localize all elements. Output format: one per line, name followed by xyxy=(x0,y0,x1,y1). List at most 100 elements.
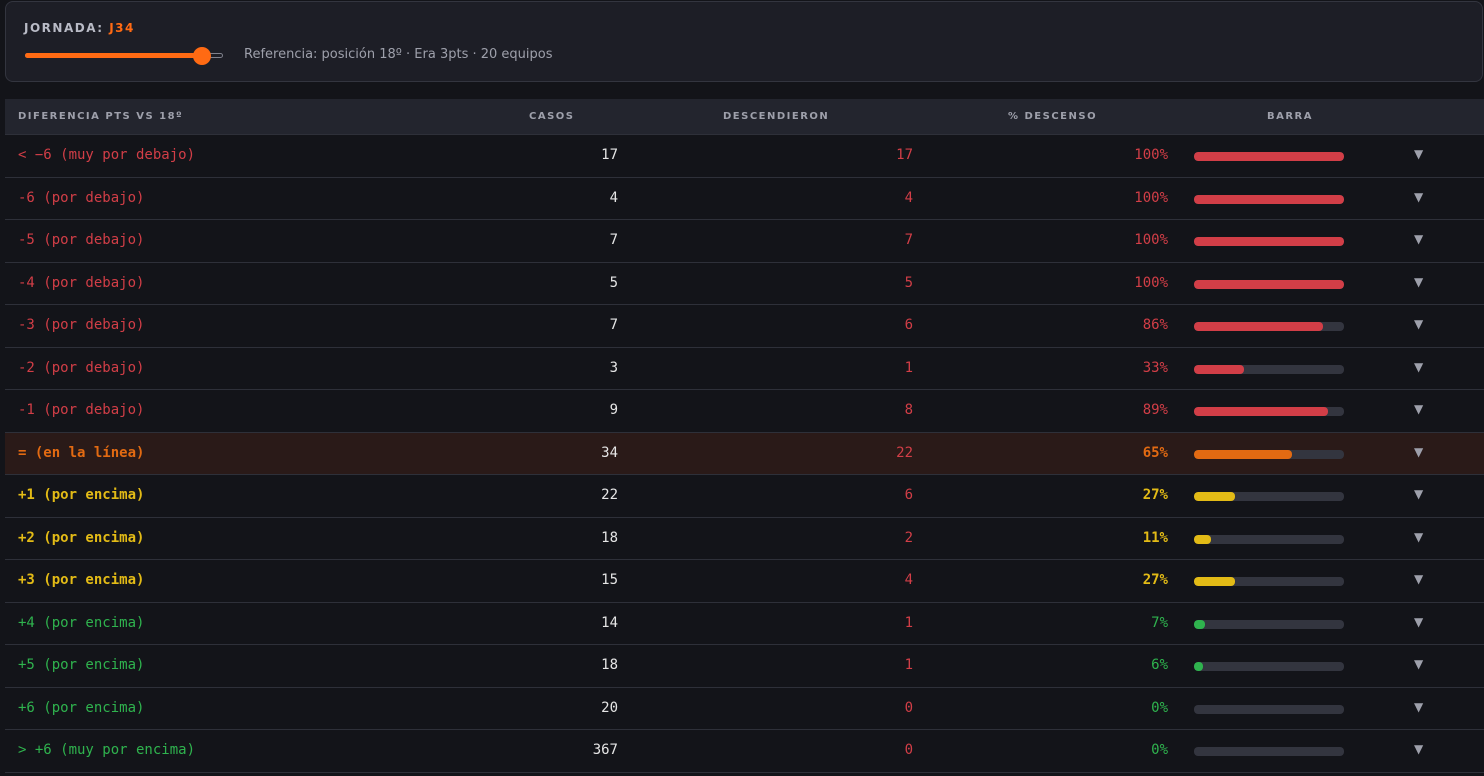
row-casos: 3 xyxy=(609,359,618,376)
row-pct: 0% xyxy=(1151,742,1168,758)
table-row[interactable]: +5 (por encima) 18 1 6% ▼ xyxy=(5,645,1484,688)
row-bar xyxy=(1194,407,1344,416)
row-descendieron: 7 xyxy=(904,232,913,248)
table-row[interactable]: +4 (por encima) 14 1 7% ▼ xyxy=(5,603,1484,645)
col-header-descendieron[interactable]: DESCENDIERON xyxy=(723,111,829,122)
row-pct: 100% xyxy=(1134,232,1168,248)
row-bar-fill xyxy=(1194,662,1203,671)
row-casos: 18 xyxy=(601,657,618,673)
slider-thumb[interactable] xyxy=(193,47,212,65)
chevron-down-icon[interactable]: ▼ xyxy=(1414,317,1423,331)
table-row[interactable]: +2 (por encima) 18 2 11% ▼ xyxy=(5,518,1484,560)
jornada-value: J34 xyxy=(109,21,135,35)
row-pct: 65% xyxy=(1142,444,1168,461)
row-diff-label: = (en la línea) xyxy=(18,444,145,461)
row-pct: 100% xyxy=(1134,189,1168,206)
row-casos: 4 xyxy=(609,189,618,206)
jornada-slider[interactable] xyxy=(25,46,225,66)
row-bar-fill xyxy=(1194,322,1323,331)
table-header: DIFERENCIA PTS VS 18º CASOS DESCENDIERON… xyxy=(5,99,1484,135)
table-row[interactable]: -2 (por debajo) 3 1 33% ▼ xyxy=(5,348,1484,390)
row-casos: 7 xyxy=(609,317,618,333)
row-pct: 86% xyxy=(1142,317,1168,333)
row-bar-fill xyxy=(1194,407,1328,416)
row-bar xyxy=(1194,194,1344,204)
row-diff-label: +6 (por encima) xyxy=(18,699,145,716)
chevron-down-icon[interactable]: ▼ xyxy=(1414,657,1423,671)
row-descendieron: 8 xyxy=(904,402,913,418)
chevron-down-icon[interactable]: ▼ xyxy=(1414,445,1423,459)
chevron-down-icon[interactable]: ▼ xyxy=(1414,487,1423,501)
table-row[interactable]: -1 (por debajo) 9 8 89% ▼ xyxy=(5,390,1484,433)
chevron-down-icon[interactable]: ▼ xyxy=(1414,275,1423,289)
row-bar xyxy=(1194,704,1344,714)
chevron-down-icon[interactable]: ▼ xyxy=(1414,402,1423,416)
table-row[interactable]: > +6 (muy por encima) 367 0 0% ▼ xyxy=(5,730,1484,773)
chevron-down-icon[interactable]: ▼ xyxy=(1414,742,1423,756)
row-casos: 20 xyxy=(601,699,618,716)
row-diff-label: < −6 (muy por debajo) xyxy=(18,147,196,163)
row-bar xyxy=(1194,662,1344,671)
row-bar xyxy=(1194,152,1344,161)
col-header-barra[interactable]: BARRA xyxy=(1267,111,1313,122)
row-casos: 15 xyxy=(601,572,618,588)
table-row[interactable]: < −6 (muy por debajo) 17 17 100% ▼ xyxy=(5,135,1484,178)
chevron-down-icon[interactable]: ▼ xyxy=(1414,147,1423,161)
row-pct: 11% xyxy=(1142,529,1168,546)
row-descendieron: 6 xyxy=(904,317,913,333)
table-row[interactable]: = (en la línea) 34 22 65% ▼ xyxy=(5,432,1484,475)
table-row[interactable]: -5 (por debajo) 7 7 100% ▼ xyxy=(5,220,1484,263)
table-body: < −6 (muy por debajo) 17 17 100% ▼ -6 (por de… xyxy=(5,135,1484,773)
table-row[interactable]: -6 (por debajo) 4 4 100% ▼ xyxy=(5,178,1484,220)
row-bar xyxy=(1194,322,1344,331)
row-bar xyxy=(1194,534,1344,544)
reference-text: Referencia: posición 18º · Era 3pts · 20… xyxy=(244,47,553,62)
row-bar-fill xyxy=(1194,577,1235,586)
row-bar-fill xyxy=(1194,279,1344,289)
row-diff-label: +2 (por encima) xyxy=(18,529,145,546)
row-diff-label: +5 (por encima) xyxy=(18,657,145,673)
row-bar-fill xyxy=(1194,194,1344,204)
row-descendieron: 0 xyxy=(904,699,913,716)
row-diff-label: -4 (por debajo) xyxy=(18,274,145,291)
table-row[interactable]: -4 (por debajo) 5 5 100% ▼ xyxy=(5,263,1484,305)
row-descendieron: 22 xyxy=(896,444,913,461)
slider-fill xyxy=(25,53,203,58)
chevron-down-icon[interactable]: ▼ xyxy=(1414,615,1423,629)
row-bar-fill xyxy=(1194,534,1211,544)
row-casos: 18 xyxy=(601,529,618,546)
table-row[interactable]: +6 (por encima) 20 0 0% ▼ xyxy=(5,688,1484,730)
row-pct: 100% xyxy=(1134,274,1168,291)
row-bar-fill xyxy=(1194,619,1205,629)
row-bar-fill xyxy=(1194,237,1344,246)
chevron-down-icon[interactable]: ▼ xyxy=(1414,530,1423,544)
chevron-down-icon[interactable]: ▼ xyxy=(1414,360,1423,374)
row-bar-fill xyxy=(1194,492,1235,501)
row-casos: 7 xyxy=(609,232,618,248)
row-bar xyxy=(1194,364,1344,374)
chevron-down-icon[interactable]: ▼ xyxy=(1414,572,1423,586)
row-bar xyxy=(1194,279,1344,289)
row-descendieron: 1 xyxy=(904,359,913,376)
row-casos: 34 xyxy=(601,444,618,461)
col-header-casos[interactable]: CASOS xyxy=(529,111,574,122)
chevron-down-icon[interactable]: ▼ xyxy=(1414,190,1423,204)
chevron-down-icon[interactable]: ▼ xyxy=(1414,700,1423,714)
table-row[interactable]: +3 (por encima) 15 4 27% ▼ xyxy=(5,560,1484,603)
col-header-diff[interactable]: DIFERENCIA PTS VS 18º xyxy=(18,111,183,122)
row-diff-label: -6 (por debajo) xyxy=(18,189,145,206)
row-descendieron: 6 xyxy=(904,487,913,503)
chevron-down-icon[interactable]: ▼ xyxy=(1414,232,1423,246)
jornada-panel: JORNADA: J34 Referencia: posición 18º · … xyxy=(5,1,1483,82)
jornada-label-group: JORNADA: J34 xyxy=(24,21,135,35)
row-bar xyxy=(1194,449,1344,459)
row-diff-label: +3 (por encima) xyxy=(18,572,145,588)
table-row[interactable]: -3 (por debajo) 7 6 86% ▼ xyxy=(5,305,1484,348)
jornada-label: JORNADA: xyxy=(24,21,104,35)
row-descendieron: 0 xyxy=(904,742,913,758)
row-pct: 33% xyxy=(1142,359,1168,376)
row-diff-label: -1 (por debajo) xyxy=(18,402,145,418)
col-header-pct[interactable]: % DESCENSO xyxy=(1008,111,1097,122)
table-row[interactable]: +1 (por encima) 22 6 27% ▼ xyxy=(5,475,1484,518)
row-descendieron: 17 xyxy=(896,147,913,163)
